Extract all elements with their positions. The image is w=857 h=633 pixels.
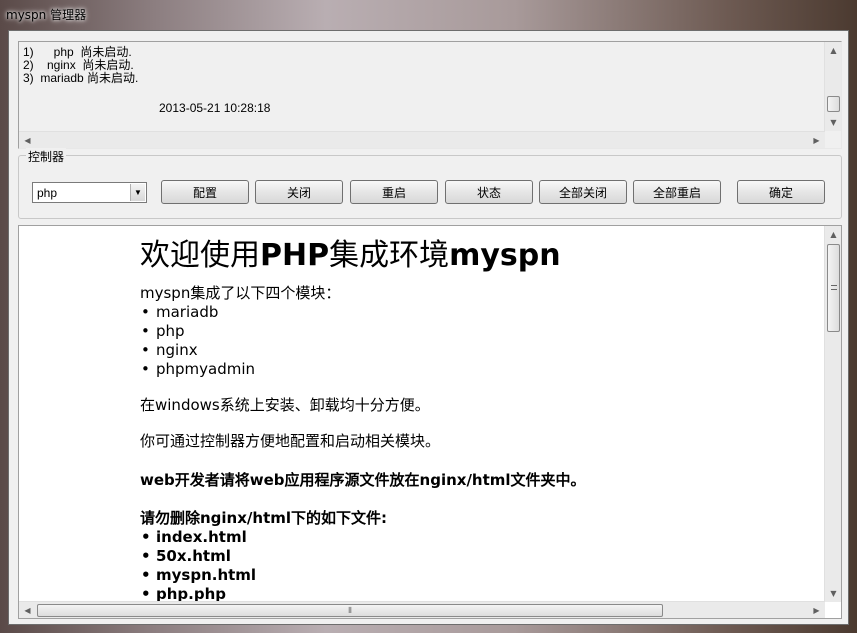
log-horizontal-scrollbar[interactable]: ◀ ▶: [19, 131, 825, 148]
browser-vertical-scroll-thumb[interactable]: [827, 244, 840, 332]
module-select-value: php: [37, 186, 58, 200]
welcome-heading-myspn: myspn: [449, 238, 561, 273]
welcome-browser-panel[interactable]: 欢迎使用PHP集成环境myspn myspn集成了以下四个模块： mariadb…: [18, 225, 842, 619]
welcome-heading-prefix: 欢迎使用: [140, 238, 260, 273]
log-vertical-scroll-thumb[interactable]: [827, 96, 840, 112]
grip-icon: [831, 285, 837, 290]
log-line: 1) php 尚未启动.: [23, 45, 132, 59]
restart-button[interactable]: 重启: [350, 180, 438, 204]
log-line: 3) mariadb 尚未启动.: [23, 71, 139, 85]
welcome-heading-mid: 集成环境: [329, 238, 450, 273]
list-item: myspn.html: [140, 566, 820, 585]
main-window: 1) php 尚未启动. 2) nginx 尚未启动. 3) mariadb 尚…: [8, 30, 849, 625]
restart-all-button[interactable]: 全部重启: [633, 180, 721, 204]
welcome-heading: 欢迎使用PHP集成环境myspn: [140, 230, 820, 273]
scroll-down-icon[interactable]: ▼: [825, 114, 842, 131]
config-button[interactable]: 配置: [161, 180, 249, 204]
list-item: 50x.html: [140, 547, 820, 566]
list-item: phpmyadmin: [140, 360, 820, 379]
log-line: 2) nginx 尚未启动.: [23, 58, 134, 72]
scroll-left-icon[interactable]: ◀: [19, 132, 36, 149]
intro-text: myspn集成了以下四个模块：: [140, 284, 341, 302]
scroll-up-icon[interactable]: ▲: [825, 226, 842, 243]
stop-all-button[interactable]: 全部关闭: [539, 180, 627, 204]
list-item: mariadb: [140, 303, 820, 322]
controller-group-label: 控制器: [26, 148, 67, 165]
module-list: mariadb php nginx phpmyadmin: [140, 303, 820, 379]
list-item: php.php: [140, 585, 820, 602]
log-vertical-scrollbar[interactable]: ▲ ▼: [824, 42, 841, 131]
browser-vertical-scrollbar[interactable]: ▲ ▼: [824, 226, 841, 602]
module-select[interactable]: php ▼: [32, 182, 147, 203]
ok-button[interactable]: 确定: [737, 180, 825, 204]
chevron-down-icon[interactable]: ▼: [130, 184, 145, 201]
browser-horizontal-scrollbar[interactable]: ◀ ⦀ ▶: [19, 601, 825, 618]
browser-horizontal-scroll-thumb[interactable]: ⦀: [37, 604, 663, 617]
protected-file-list: index.html 50x.html myspn.html php.php: [140, 528, 820, 602]
log-text: 1) php 尚未启动. 2) nginx 尚未启动. 3) mariadb 尚…: [23, 45, 819, 115]
scroll-right-icon[interactable]: ▶: [808, 602, 825, 619]
window-title: myspn 管理器: [6, 8, 87, 22]
controller-group: 控制器 php ▼ 配置 关闭 重启 状态 全部关闭 全部重启 确定: [18, 148, 842, 219]
list-item: php: [140, 322, 820, 341]
scroll-up-icon[interactable]: ▲: [825, 42, 842, 59]
install-note: 在windows系统上安装、卸载均十分方便。: [140, 396, 430, 414]
log-panel[interactable]: 1) php 尚未启动. 2) nginx 尚未启动. 3) mariadb 尚…: [18, 41, 842, 149]
scroll-left-icon[interactable]: ◀: [19, 602, 36, 619]
log-timestamp: 2013-05-21 10:28:18: [159, 101, 271, 115]
scroll-down-icon[interactable]: ▼: [825, 585, 842, 602]
delete-note: 请勿删除nginx/html下的如下文件:: [140, 509, 388, 527]
scroll-right-icon[interactable]: ▶: [808, 132, 825, 149]
welcome-page: 欢迎使用PHP集成环境myspn myspn集成了以下四个模块： mariadb…: [140, 226, 820, 602]
list-item: index.html: [140, 528, 820, 547]
control-note: 你可通过控制器方便地配置和启动相关模块。: [140, 432, 441, 450]
status-button[interactable]: 状态: [445, 180, 533, 204]
stop-button[interactable]: 关闭: [255, 180, 343, 204]
welcome-heading-php: PHP: [260, 238, 330, 273]
window-title-bar[interactable]: myspn 管理器: [0, 0, 857, 30]
web-note: web开发者请将web应用程序源文件放在nginx/html文件夹中。: [140, 471, 586, 489]
list-item: nginx: [140, 341, 820, 360]
